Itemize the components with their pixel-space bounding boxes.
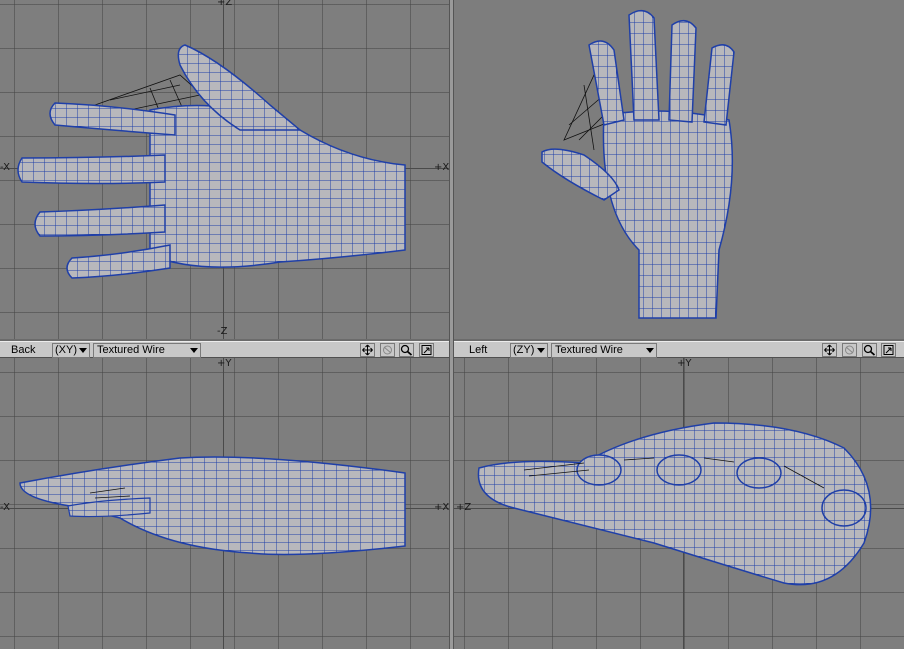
chevron-down-icon: [79, 348, 87, 353]
view-name-label[interactable]: Back: [11, 343, 35, 357]
view-name-label[interactable]: Left: [469, 343, 487, 357]
maximize-icon[interactable]: [419, 343, 434, 357]
render-mode-dropdown[interactable]: Textured Wire: [551, 343, 657, 358]
axes-mode-dropdown[interactable]: (XY): [52, 343, 90, 358]
viewport-perspective[interactable]: [454, 0, 904, 339]
maximize-icon[interactable]: [881, 343, 896, 357]
hand-mesh-left: [477, 422, 872, 586]
axes-mode-value: (XY): [55, 344, 77, 356]
move-view-icon[interactable]: [822, 343, 837, 357]
viewport-titlebar-left: Left (ZY) Textured Wire: [454, 341, 904, 358]
render-mode-value: Textured Wire: [555, 344, 623, 356]
viewport-back[interactable]: +Y -X +X: [0, 358, 449, 649]
viewport-top[interactable]: +Z -Z -X +X: [0, 0, 449, 339]
axes-mode-dropdown[interactable]: (ZY): [510, 343, 548, 358]
render-mode-value: Textured Wire: [97, 344, 165, 356]
chevron-down-icon: [537, 348, 545, 353]
rotate-view-icon[interactable]: [842, 343, 857, 357]
chevron-down-icon: [190, 348, 198, 353]
viewport-titlebar-back: Back (XY) Textured Wire: [0, 341, 449, 358]
hand-mesh-back: [19, 456, 406, 556]
zoom-icon[interactable]: [399, 343, 414, 357]
axes-mode-value: (ZY): [513, 344, 535, 356]
chevron-down-icon: [646, 348, 654, 353]
rotate-view-icon[interactable]: [380, 343, 395, 357]
hand-mesh-perspective: [541, 9, 735, 319]
zoom-icon[interactable]: [862, 343, 877, 357]
render-mode-dropdown[interactable]: Textured Wire: [93, 343, 201, 358]
move-view-icon[interactable]: [360, 343, 375, 357]
hand-mesh-top: [17, 44, 406, 279]
viewport-left[interactable]: +Y +Z: [454, 358, 904, 649]
